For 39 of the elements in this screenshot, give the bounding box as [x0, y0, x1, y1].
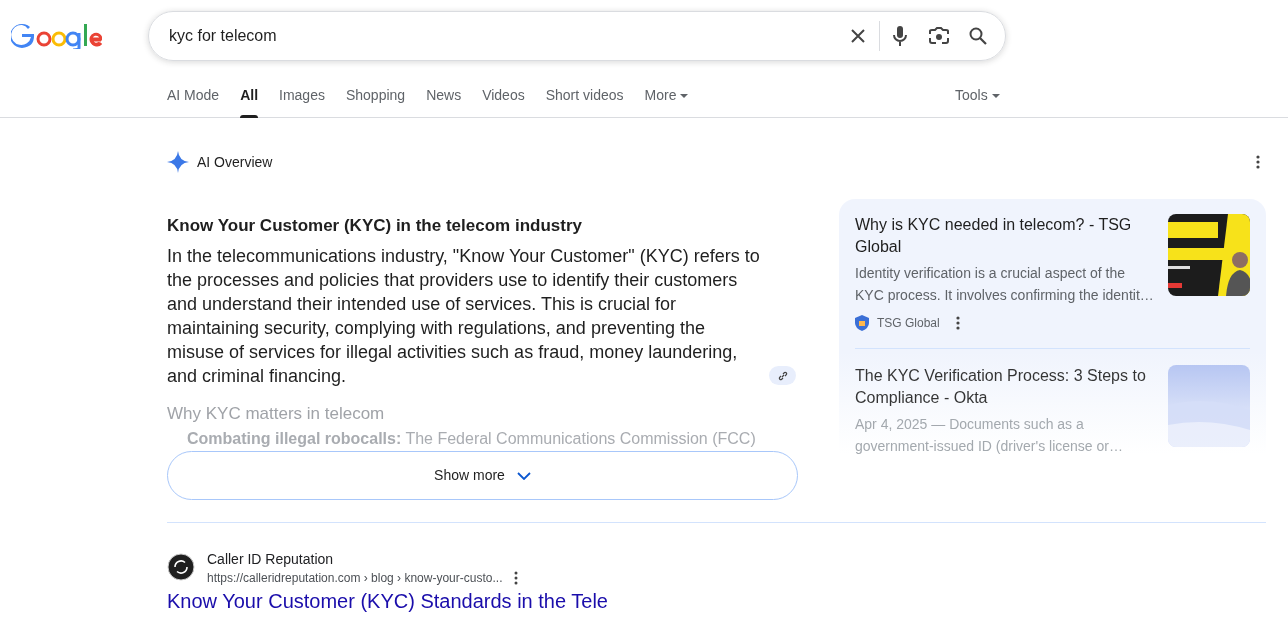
more-options-icon[interactable]: [955, 316, 960, 330]
search-tab[interactable]: AI Mode: [167, 73, 220, 118]
overview-paragraph: In the telecommunications industry, "Know Your Customer" (KYC) refers to the processes and policies that providers use to identify their customers and understand their intended use of services. This is crucial for maintaining security, complying with regulations, and preventing the misuse of services for illegal activities such as fraud, money laundering, and criminal financing.: [167, 245, 761, 388]
search-query: kyc for telecom: [169, 26, 278, 46]
site-logo-icon: [167, 553, 195, 581]
search-tab[interactable]: All: [240, 73, 259, 118]
chevron-down-icon: [516, 471, 531, 480]
link-chip-icon[interactable]: [769, 366, 796, 385]
search-tab[interactable]: Videos: [482, 73, 525, 118]
search-tab[interactable]: More: [644, 73, 689, 118]
sparkle-icon: [167, 151, 189, 173]
shield-icon: [855, 315, 869, 331]
search-field[interactable]: kyc for telecom: [148, 11, 1006, 61]
faded-bullet: Combating illegal robocalls: The Federal Communications Commission (FCC): [187, 429, 757, 449]
search-tab[interactable]: Short videos: [545, 73, 624, 118]
overview-heading: Know Your Customer (KYC) in the telecom industry: [167, 215, 583, 237]
search-tab[interactable]: Images: [279, 73, 325, 118]
close-icon[interactable]: [850, 28, 866, 44]
source-snippet: Apr 4, 2025 — Documents such as a government-issued ID (driver's license or…: [855, 415, 1124, 454]
show-more-button[interactable]: Show more: [167, 451, 798, 500]
source-link[interactable]: The KYC Verification Process: 3 Steps to Compliance - Okta: [855, 365, 1156, 409]
camera-icon[interactable]: [929, 27, 949, 45]
result-title-link[interactable]: Know Your Customer (KYC) Standards in the Tele: [167, 589, 1266, 613]
search-tab[interactable]: News: [426, 73, 462, 118]
search-tab[interactable]: Shopping: [345, 73, 406, 118]
overview-subheading: Why KYC matters in telecom: [167, 403, 386, 425]
google-logo[interactable]: [11, 21, 102, 49]
more-options-icon[interactable]: [514, 571, 519, 585]
tools-button[interactable]: Tools: [955, 85, 1000, 106]
search-icon[interactable]: [969, 27, 987, 45]
more-options-icon[interactable]: [1256, 155, 1260, 169]
result-url: https://calleridreputation.com › blog › know-your-custo...: [207, 570, 503, 587]
source-link[interactable]: Why is KYC needed in telecom? - TSG Global: [855, 214, 1156, 258]
source-site: TSG Global: [877, 315, 940, 332]
caret-icon: [991, 93, 1000, 98]
source-snippet: Identity verification is a crucial aspect of the KYC process. It involves confirming the identit…: [855, 264, 1155, 305]
microphone-icon[interactable]: [893, 26, 907, 46]
ai-overview-label: AI Overview: [197, 152, 273, 172]
site-name: Caller ID Reputation: [207, 550, 335, 569]
